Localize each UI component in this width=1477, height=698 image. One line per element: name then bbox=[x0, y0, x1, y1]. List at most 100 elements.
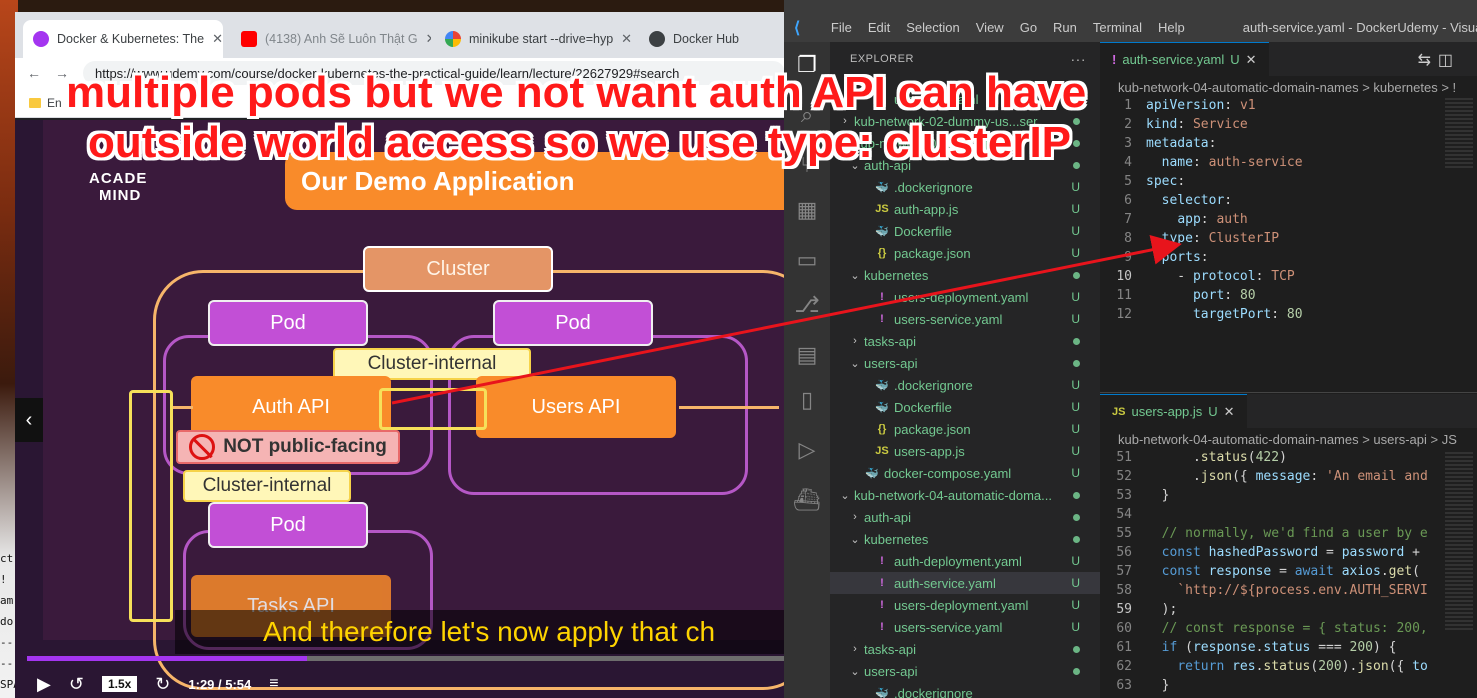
tree-folder[interactable]: › tasks-api bbox=[830, 330, 1100, 352]
browser-tab-youtube[interactable]: (4138) Anh Sẽ Luôn Thật G ✕ bbox=[231, 20, 431, 58]
code-line[interactable]: 63 } bbox=[1100, 678, 1477, 697]
split-editor-icon[interactable]: ◫ bbox=[1438, 50, 1453, 70]
tree-folder[interactable]: › auth-api bbox=[830, 506, 1100, 528]
chevron-icon[interactable]: ⌄ bbox=[848, 665, 862, 678]
tree-file[interactable]: 🐳 Dockerfile U bbox=[830, 220, 1100, 242]
more-actions-icon[interactable]: ··· bbox=[1071, 51, 1087, 67]
forward-icon[interactable]: ↻ bbox=[155, 674, 170, 695]
menu-item-edit[interactable]: Edit bbox=[860, 20, 898, 35]
chevron-icon[interactable]: ⌄ bbox=[848, 357, 862, 370]
docker-icon[interactable]: ⛴ bbox=[793, 487, 821, 513]
rewind-icon[interactable]: ↺ bbox=[69, 674, 84, 695]
menu-item-file[interactable]: File bbox=[823, 20, 860, 35]
code-line[interactable]: 53 } bbox=[1100, 488, 1477, 507]
code-line[interactable]: 9 ports: bbox=[1100, 250, 1477, 269]
close-tab-icon[interactable]: ✕ bbox=[621, 31, 632, 47]
code-line[interactable]: 61 if (response.status === 200) { bbox=[1100, 640, 1477, 659]
code-line[interactable]: 58 `http://${process.env.AUTH_SERVI bbox=[1100, 583, 1477, 602]
code-line[interactable]: 11 port: 80 bbox=[1100, 288, 1477, 307]
code-line[interactable]: 7 app: auth bbox=[1100, 212, 1477, 231]
tree-file[interactable]: 🐳 .dockerignore bbox=[830, 682, 1100, 698]
tree-folder[interactable]: › tasks-api bbox=[830, 638, 1100, 660]
code-editor-bottom[interactable]: 51 .status(422) 52 .json({ message: 'An e… bbox=[1100, 450, 1477, 697]
close-tab-icon[interactable]: ✕ bbox=[212, 31, 223, 47]
menu-item-view[interactable]: View bbox=[968, 20, 1012, 35]
playback-speed-button[interactable]: 1.5x bbox=[101, 676, 138, 692]
run-debug-icon[interactable]: ▷ bbox=[794, 437, 820, 463]
menu-item-selection[interactable]: Selection bbox=[898, 20, 967, 35]
code-line[interactable]: 1 apiVersion: v1 bbox=[1100, 98, 1477, 117]
back-arrow-icon[interactable]: ← bbox=[27, 65, 41, 81]
chevron-icon[interactable]: › bbox=[848, 511, 862, 523]
tree-file[interactable]: ! users-deployment.yaml U bbox=[830, 594, 1100, 616]
tree-file[interactable]: ! auth-service.yaml U bbox=[830, 572, 1100, 594]
code-line[interactable]: 3 metadata: bbox=[1100, 136, 1477, 155]
tree-file[interactable]: 🐳 docker-compose.yaml U bbox=[830, 462, 1100, 484]
code-editor-top[interactable]: 1 apiVersion: v1 2 kind: Service 3 metadata: 4… bbox=[1100, 98, 1477, 326]
tree-file[interactable]: 🐳 Dockerfile U bbox=[830, 396, 1100, 418]
minimap[interactable] bbox=[1445, 98, 1473, 168]
compare-icon[interactable]: ⇆ bbox=[1418, 50, 1431, 70]
git-graph-icon[interactable]: ⎇ bbox=[794, 292, 820, 318]
menu-item-help[interactable]: Help bbox=[1150, 20, 1193, 35]
play-icon[interactable]: ▶ bbox=[37, 674, 51, 695]
menu-item-terminal[interactable]: Terminal bbox=[1085, 20, 1150, 35]
code-line[interactable]: 56 const hashedPassword = password + bbox=[1100, 545, 1477, 564]
tree-file[interactable]: JS users-app.js U bbox=[830, 440, 1100, 462]
transcript-icon[interactable]: ≡ bbox=[269, 675, 278, 693]
browser-tab-udemy[interactable]: Docker & Kubernetes: The ✕ bbox=[23, 20, 223, 58]
previous-lecture-button[interactable]: ‹ bbox=[15, 398, 43, 442]
remote-explorer-icon[interactable]: ▭ bbox=[794, 247, 820, 273]
tree-file[interactable]: 🐳 .dockerignore U bbox=[830, 374, 1100, 396]
breadcrumb[interactable]: kub-network-04-automatic-domain-names > … bbox=[1100, 428, 1477, 450]
browser-tab-google[interactable]: minikube start --drive=hyp ✕ bbox=[435, 20, 635, 58]
close-tab-icon[interactable]: ✕ bbox=[1246, 52, 1257, 68]
code-line[interactable]: 59 ); bbox=[1100, 602, 1477, 621]
code-line[interactable]: 54 bbox=[1100, 507, 1477, 526]
tree-file[interactable]: ! users-service.yaml U bbox=[830, 616, 1100, 638]
code-line[interactable]: 57 const response = await axios.get( bbox=[1100, 564, 1477, 583]
tree-folder[interactable]: ⌄ kubernetes bbox=[830, 528, 1100, 550]
chevron-icon[interactable]: ⌄ bbox=[848, 533, 862, 546]
bookmark-item[interactable]: En bbox=[47, 96, 62, 110]
browser-tab-dockerhub[interactable]: Docker Hub bbox=[639, 20, 785, 58]
chevron-icon[interactable]: › bbox=[848, 335, 862, 347]
editor-split-divider[interactable] bbox=[1100, 392, 1477, 393]
minimap[interactable] bbox=[1445, 452, 1473, 632]
video-player[interactable]: ACADE MIND Our Demo Application Cluster … bbox=[15, 120, 785, 698]
code-line[interactable]: 60 // const response = { status: 200, bbox=[1100, 621, 1477, 640]
extensions-icon[interactable]: ▦ bbox=[794, 197, 820, 223]
code-line[interactable]: 5 spec: bbox=[1100, 174, 1477, 193]
chevron-icon[interactable]: ⌄ bbox=[848, 269, 862, 282]
menu-item-run[interactable]: Run bbox=[1045, 20, 1085, 35]
code-line[interactable]: 12 targetPort: 80 bbox=[1100, 307, 1477, 326]
panels-icon[interactable]: ▤ bbox=[794, 342, 820, 368]
tree-file[interactable]: {} package.json U bbox=[830, 242, 1100, 264]
code-line[interactable]: 52 .json({ message: 'An email and bbox=[1100, 469, 1477, 488]
code-line[interactable]: 8 type: ClusterIP bbox=[1100, 231, 1477, 250]
tree-folder[interactable]: ⌄ kubernetes bbox=[830, 264, 1100, 286]
tree-folder[interactable]: ⌄ users-api bbox=[830, 660, 1100, 682]
close-tab-icon[interactable]: ✕ bbox=[1224, 404, 1235, 420]
code-line[interactable]: 55 // normally, we'd find a user by e bbox=[1100, 526, 1477, 545]
breadcrumb[interactable]: kub-network-04-automatic-domain-names > … bbox=[1100, 76, 1477, 98]
close-tab-icon[interactable]: ✕ bbox=[426, 31, 431, 47]
editor-tab-users-app[interactable]: JS users-app.js U ✕ bbox=[1100, 394, 1247, 428]
chevron-icon[interactable]: › bbox=[848, 643, 862, 655]
tree-file[interactable]: {} package.json U bbox=[830, 418, 1100, 440]
code-line[interactable]: 10 - protocol: TCP bbox=[1100, 269, 1477, 288]
code-line[interactable]: 6 selector: bbox=[1100, 193, 1477, 212]
code-line[interactable]: 62 return res.status(200).json({ to bbox=[1100, 659, 1477, 678]
tree-folder[interactable]: ⌄ users-api bbox=[830, 352, 1100, 374]
tree-folder[interactable]: ⌄ kub-network-04-automatic-doma... bbox=[830, 484, 1100, 506]
tree-file[interactable]: ! users-service.yaml U bbox=[830, 308, 1100, 330]
chevron-icon[interactable]: ⌄ bbox=[838, 489, 852, 502]
code-line[interactable]: 2 kind: Service bbox=[1100, 117, 1477, 136]
menu-item-go[interactable]: Go bbox=[1012, 20, 1045, 35]
bookmark-icon[interactable]: ▯ bbox=[794, 387, 820, 413]
tree-file[interactable]: 🐳 .dockerignore U bbox=[830, 176, 1100, 198]
video-progress-bar[interactable] bbox=[27, 656, 785, 661]
tree-file[interactable]: ! auth-deployment.yaml U bbox=[830, 550, 1100, 572]
code-line[interactable]: 51 .status(422) bbox=[1100, 450, 1477, 469]
tree-file[interactable]: JS auth-app.js U bbox=[830, 198, 1100, 220]
